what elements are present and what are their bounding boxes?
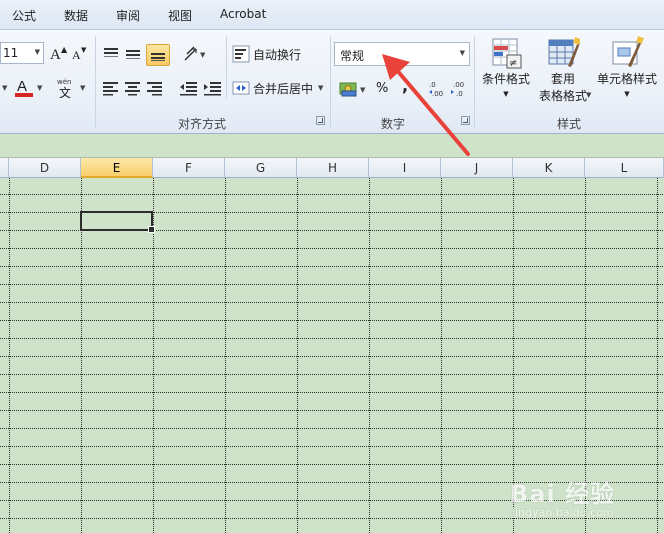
menu-bar: 公式 数据 审阅 视图 Acrobat xyxy=(0,0,664,30)
conditional-format-label: 条件格式 xyxy=(481,72,530,86)
chevron-down-icon: ▼ xyxy=(34,48,40,56)
font-color-icon[interactable]: A xyxy=(14,76,34,98)
wrap-text-label: 自动换行 xyxy=(253,48,302,62)
column-header-h[interactable]: H xyxy=(297,158,369,178)
format-as-table-label-line2: 表格格式 xyxy=(538,89,587,103)
tab-data[interactable]: 数据 xyxy=(64,7,88,24)
chevron-down-icon[interactable]: ▼ xyxy=(37,84,42,92)
active-cell-e3[interactable] xyxy=(80,211,155,233)
svg-text:≠: ≠ xyxy=(509,58,517,69)
tab-view[interactable]: 视图 xyxy=(168,7,192,24)
font-size-value: 11 xyxy=(3,46,19,60)
format-as-table-icon xyxy=(548,37,580,67)
wrap-text-button[interactable]: 自动换行 xyxy=(232,44,312,64)
svg-text:▼: ▼ xyxy=(81,46,87,54)
column-header-l[interactable]: L xyxy=(585,158,664,178)
chevron-down-icon: ▼ xyxy=(586,91,592,99)
align-bottom-button[interactable] xyxy=(146,44,170,66)
align-top-icon[interactable] xyxy=(102,46,120,62)
decrease-indent-icon[interactable] xyxy=(178,80,198,96)
column-header-g[interactable]: G xyxy=(225,158,297,178)
svg-text:▲: ▲ xyxy=(61,45,68,54)
number-format-value: 常规 xyxy=(340,49,365,63)
chevron-down-icon[interactable]: ▼ xyxy=(80,84,85,92)
cell-styles-button[interactable]: 单元格样式 ▼ xyxy=(594,36,660,110)
formula-bar-area xyxy=(0,134,664,158)
font-size-combobox[interactable]: 11 ▼ xyxy=(0,42,44,64)
column-header-k[interactable]: K xyxy=(513,158,585,178)
phonetic-glyph: wén xyxy=(57,78,71,86)
align-middle-icon[interactable] xyxy=(124,46,142,62)
baidu-watermark: Bai 经验 jingyan.baidu.com xyxy=(510,462,660,528)
alignment-dialog-launcher[interactable] xyxy=(316,116,325,125)
chevron-down-icon[interactable]: ▼ xyxy=(200,51,205,59)
align-bottom-icon xyxy=(151,53,165,61)
phonetic-guide-icon[interactable]: wén 文 xyxy=(56,78,78,100)
svg-text:文: 文 xyxy=(59,85,71,98)
format-as-table-label-line1: 套用 xyxy=(550,72,575,86)
increase-indent-icon[interactable] xyxy=(202,80,222,96)
svg-text:A: A xyxy=(17,78,27,95)
align-center-icon[interactable] xyxy=(124,80,142,96)
tab-formulas[interactable]: 公式 xyxy=(12,7,36,24)
merge-center-label: 合并后居中 xyxy=(253,82,314,96)
chevron-down-icon: ▼ xyxy=(624,90,630,98)
chevron-down-icon: ▼ xyxy=(318,84,324,92)
alignment-group-label: 对齐方式 xyxy=(178,117,227,131)
align-right-icon[interactable] xyxy=(146,80,164,96)
column-header-partial[interactable] xyxy=(0,158,9,178)
tab-review[interactable]: 审阅 xyxy=(116,7,140,24)
align-left-icon[interactable] xyxy=(102,80,120,96)
svg-text:A: A xyxy=(50,47,61,62)
chevron-down-icon[interactable]: ▼ xyxy=(360,86,365,94)
annotation-arrow xyxy=(382,54,470,156)
group-separator xyxy=(330,36,331,128)
tab-acrobat[interactable]: Acrobat xyxy=(220,7,266,21)
column-headers: DEFGHIJKL xyxy=(0,158,664,178)
styles-group-label: 样式 xyxy=(557,117,582,131)
grow-font-icon[interactable]: A ▲ xyxy=(48,44,68,62)
watermark-main-text: Bai 经验 xyxy=(510,480,616,508)
cell-styles-icon xyxy=(612,36,644,67)
shrink-font-icon[interactable]: A ▼ xyxy=(70,46,88,62)
column-header-d[interactable]: D xyxy=(9,158,81,178)
column-header-e[interactable]: E xyxy=(81,158,153,178)
merge-center-icon xyxy=(232,81,250,95)
group-separator xyxy=(95,36,96,128)
group-separator xyxy=(226,36,227,98)
conditional-format-button[interactable]: ≠ 条件格式 ▼ xyxy=(478,36,534,110)
chevron-down-icon[interactable]: ▼ xyxy=(2,84,7,92)
column-header-f[interactable]: F xyxy=(153,158,225,178)
wrap-text-icon xyxy=(232,45,250,63)
chevron-down-icon: ▼ xyxy=(503,90,509,98)
merge-center-button[interactable]: 合并后居中 ▼ xyxy=(232,78,328,98)
cell-styles-label: 单元格样式 xyxy=(596,72,657,86)
ribbon: 11 ▼ A ▲ A ▼ ▼ A ▼ wén 文 ▼ ▼ 自动换行 合并后居中 … xyxy=(0,30,664,134)
watermark-sub-text: jingyan.baidu.com xyxy=(512,506,614,519)
accounting-format-icon[interactable] xyxy=(338,80,360,98)
format-as-table-button[interactable]: 套用 表格格式 ▼ xyxy=(532,36,594,110)
conditional-format-icon: ≠ xyxy=(492,38,522,69)
svg-text:A: A xyxy=(72,48,81,62)
